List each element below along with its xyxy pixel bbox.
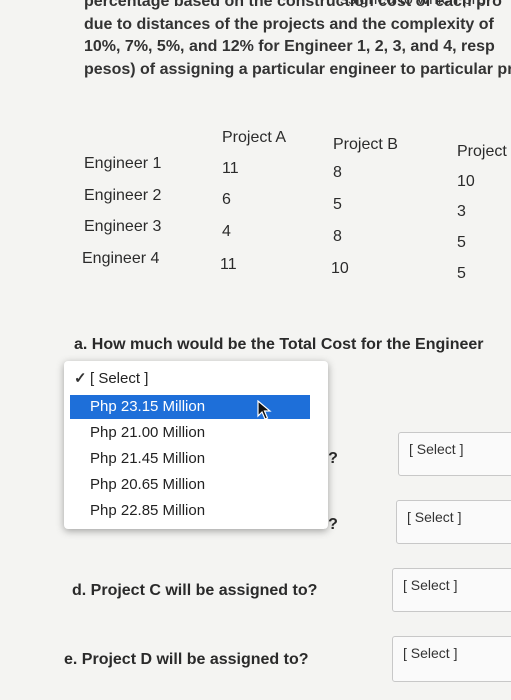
dropdown-placeholder-option[interactable]: ✓[ Select ]	[74, 369, 324, 391]
table-cell: 8	[333, 164, 342, 181]
row-label: Engineer 3	[84, 218, 162, 235]
question-e: e. Project D will be assigned to?	[64, 651, 309, 668]
intro-line: due to distances of the projects and the…	[84, 14, 511, 37]
select-e[interactable]: [ Select ]	[392, 636, 511, 682]
placeholder-label: [ Select ]	[90, 370, 149, 387]
row-label: Engineer 4	[82, 250, 160, 267]
dropdown-option[interactable]: Php 20.65 Million	[70, 473, 205, 497]
table-cell: 5	[457, 234, 466, 251]
table-header: Project A	[222, 129, 287, 146]
select-b-label: [ Select ]	[409, 441, 464, 457]
table-cell: 8	[333, 228, 342, 245]
table-cell: 5	[333, 196, 342, 213]
intro-line: pesos) of assigning a particular enginee…	[84, 59, 511, 82]
dropdown-option[interactable]: Php 21.00 Million	[70, 421, 205, 445]
table-cell: 11	[222, 160, 239, 177]
mouse-pointer-icon	[257, 399, 273, 425]
dropdown-option[interactable]: Php 22.85 Million	[70, 499, 205, 523]
table-cell: 4	[222, 223, 231, 240]
intro-top-fragment: ssigned to which pro	[340, 0, 486, 9]
select-c[interactable]: [ Select ]	[396, 500, 511, 544]
select-c-label: [ Select ]	[407, 509, 462, 525]
table-cell: 6	[222, 191, 231, 208]
dropdown-option[interactable]: Php 21.45 Million	[70, 447, 205, 471]
intro-line-text: pesos) of assigning a particular enginee…	[84, 60, 511, 78]
select-d-label: [ Select ]	[403, 577, 458, 593]
select-d[interactable]: [ Select ]	[392, 568, 511, 612]
answer-dropdown-a[interactable]: ✓[ Select ] Php 23.15 Million Php 21.00 …	[64, 361, 328, 529]
table-cell: 11	[220, 256, 237, 273]
table-cell: 5	[457, 265, 466, 282]
intro-line-text: due to distances of the projects and the…	[84, 15, 494, 33]
intro-line: 10%, 7%, 5%, and 12% for Engineer 1, 2, …	[84, 36, 511, 59]
table-cell: 3	[457, 203, 466, 220]
row-label: Engineer 1	[84, 155, 162, 172]
table-header: Project B	[333, 136, 398, 153]
question-a: a. How much would be the Total Cost for …	[74, 336, 484, 353]
select-b[interactable]: [ Select ]	[398, 432, 511, 476]
table-header: Project	[457, 143, 507, 160]
row-label: Engineer 2	[84, 187, 162, 204]
intro-line-text: 10%, 7%, 5%, and 12% for Engineer 1, 2, …	[84, 38, 495, 55]
question-d: d. Project C will be assigned to?	[72, 582, 318, 599]
problem-intro: percentage based on the construction cos…	[84, 0, 511, 81]
dropdown-option[interactable]: Php 23.15 Million	[70, 395, 310, 419]
select-e-label: [ Select ]	[403, 645, 458, 661]
table-cell: 10	[457, 173, 475, 190]
table-cell: 10	[331, 260, 349, 277]
checkmark-icon: ✓	[74, 370, 87, 387]
